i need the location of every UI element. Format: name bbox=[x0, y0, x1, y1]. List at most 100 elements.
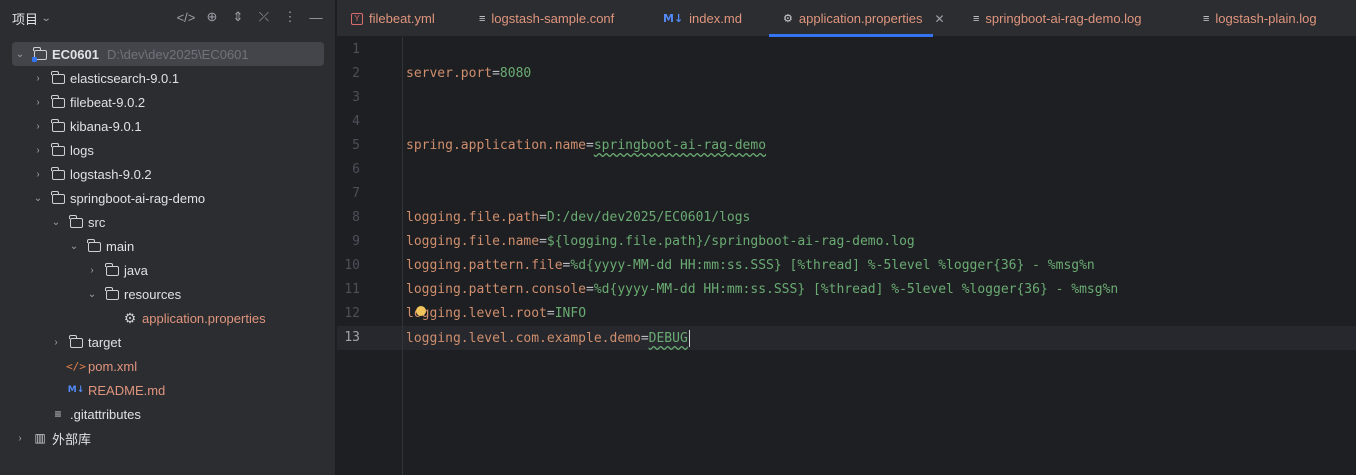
code-line: logging.level.root=INFO bbox=[406, 306, 586, 321]
text-file-icon: ≡ bbox=[479, 12, 486, 25]
tree-item-springboot[interactable]: ⌄ springboot-ai-rag-demo bbox=[0, 186, 336, 210]
tree-item-kibana[interactable]: › kibana-9.0.1 bbox=[0, 114, 336, 138]
property-value: springboot-ai-rag-demo bbox=[593, 138, 767, 153]
close-icon[interactable]: ✕ bbox=[934, 12, 944, 26]
text-caret bbox=[688, 330, 690, 347]
chevron-down-icon[interactable]: ⌄ bbox=[86, 289, 98, 300]
tab-label: logstash-sample.conf bbox=[491, 11, 615, 26]
tree-item-java[interactable]: › java bbox=[0, 258, 336, 282]
tab-filebeat[interactable]: Y filebeat.yml bbox=[351, 0, 435, 37]
chevron-right-icon[interactable]: › bbox=[32, 73, 44, 84]
code-line: logging.pattern.file=%d{yyyy-MM-dd HH:mm… bbox=[406, 258, 1095, 273]
equals-sign: = bbox=[586, 138, 594, 153]
tree-item-label: resources bbox=[124, 286, 182, 302]
tab-logstash-plain[interactable]: ≡ logstash-plain.log bbox=[1203, 0, 1317, 37]
line-number: 5 bbox=[352, 138, 360, 153]
property-key: server.port bbox=[406, 66, 493, 81]
tree-item-target[interactable]: › target bbox=[0, 330, 336, 354]
code-line: logging.pattern.console=%d{yyyy-MM-dd HH… bbox=[406, 282, 1118, 297]
tree-item-logs[interactable]: › logs bbox=[0, 138, 336, 162]
tree-item-label: java bbox=[124, 262, 148, 278]
project-header: 项目 ⌄ </> ⊕ ⇕ ⤫ ⋮ — bbox=[0, 0, 336, 36]
more-options-icon[interactable]: ⋮ bbox=[280, 7, 300, 27]
tree-item-filebeat[interactable]: › filebeat-9.0.2 bbox=[0, 90, 336, 114]
tree-item-label: target bbox=[88, 334, 122, 350]
folder-icon bbox=[50, 70, 66, 86]
chevron-right-icon[interactable]: › bbox=[32, 121, 44, 132]
equals-sign: = bbox=[586, 282, 594, 297]
library-icon: ▥ bbox=[34, 431, 46, 445]
property-value: %d{yyyy-MM-dd HH:mm:ss.SSS} [%thread] %-… bbox=[570, 258, 1095, 273]
tree-item-resources[interactable]: ⌄ resources bbox=[0, 282, 336, 306]
line-number: 10 bbox=[344, 258, 360, 273]
folder-icon bbox=[68, 214, 84, 230]
folder-icon bbox=[50, 166, 66, 182]
tab-logstash-sample[interactable]: ≡ logstash-sample.conf bbox=[479, 0, 614, 37]
tab-application-properties[interactable]: ⚙ application.properties ✕ bbox=[769, 0, 945, 37]
chevron-right-icon[interactable]: › bbox=[32, 97, 44, 108]
tree-item-elasticsearch[interactable]: › elasticsearch-9.0.1 bbox=[0, 66, 336, 90]
line-number: 3 bbox=[352, 90, 360, 105]
tree-item-label: logstash-9.0.2 bbox=[70, 166, 152, 182]
tree-item-root[interactable]: ⌄ EC0601 D:\dev\dev2025\EC0601 bbox=[12, 42, 324, 66]
expand-all-icon[interactable]: ⇕ bbox=[228, 7, 248, 27]
line-number: 11 bbox=[344, 282, 360, 297]
tree-item-label: main bbox=[106, 238, 135, 254]
hide-panel-icon[interactable]: — bbox=[306, 7, 326, 27]
tree-item-src[interactable]: ⌄ src bbox=[0, 210, 336, 234]
tree-item-main[interactable]: ⌄ main bbox=[0, 234, 336, 258]
folder-icon bbox=[50, 190, 66, 206]
chevron-down-icon[interactable]: ⌄ bbox=[50, 217, 62, 228]
tree-item-external-libraries[interactable]: › ▥ 外部库 bbox=[0, 426, 336, 450]
property-key: spring.application.name bbox=[406, 138, 587, 153]
tree-item-pom[interactable]: </> pom.xml bbox=[0, 354, 336, 378]
folder-icon bbox=[50, 94, 66, 110]
equals-sign: = bbox=[539, 210, 547, 225]
property-value: D:/dev/dev2025/EC0601/logs bbox=[546, 210, 751, 225]
lightbulb-icon[interactable] bbox=[416, 306, 426, 316]
code-editor[interactable]: 1 2 3 4 5 6 7 8 9 10 11 12 13 server.por… bbox=[337, 37, 1356, 475]
code-line: spring.application.name=springboot-ai-ra… bbox=[406, 138, 766, 153]
folder-icon bbox=[104, 262, 120, 278]
project-view-selector[interactable]: 项目 ⌄ bbox=[12, 9, 52, 28]
locate-icon[interactable]: ⊕ bbox=[202, 7, 222, 27]
tab-springboot-log[interactable]: ≡ springboot-ai-rag-demo.log bbox=[973, 0, 1142, 37]
line-number: 6 bbox=[352, 162, 360, 177]
chevron-right-icon[interactable]: › bbox=[86, 265, 98, 276]
tree-item-label: filebeat-9.0.2 bbox=[70, 94, 146, 110]
chevron-right-icon[interactable]: › bbox=[50, 337, 62, 348]
code-line: logging.level.com.example.demo=DEBUG bbox=[406, 330, 690, 347]
tree-item-label: kibana-9.0.1 bbox=[70, 118, 142, 134]
collapse-all-icon[interactable]: ⤫ bbox=[254, 7, 274, 27]
yaml-file-icon: Y bbox=[351, 12, 363, 25]
tree-item-label: application.properties bbox=[142, 310, 266, 326]
chevron-down-icon[interactable]: ⌄ bbox=[14, 49, 26, 60]
tree-item-label: README.md bbox=[88, 382, 166, 398]
tree-item-label: springboot-ai-rag-demo bbox=[70, 190, 206, 206]
line-number: 9 bbox=[352, 234, 360, 249]
tree-item-application-properties[interactable]: ⚙ application.properties bbox=[0, 306, 336, 330]
chevron-down-icon[interactable]: ⌄ bbox=[68, 241, 80, 252]
chevron-right-icon[interactable]: › bbox=[32, 145, 44, 156]
tree-item-readme[interactable]: M↓ README.md bbox=[0, 378, 336, 402]
chevron-right-icon[interactable]: › bbox=[32, 169, 44, 180]
tab-label: springboot-ai-rag-demo.log bbox=[985, 11, 1142, 26]
tab-index-md[interactable]: M↓ index.md bbox=[663, 0, 742, 37]
settings-file-icon: ⚙ bbox=[123, 309, 137, 326]
code-line: logging.file.name=${logging.file.path}/s… bbox=[406, 234, 915, 249]
code-icon[interactable]: </> bbox=[176, 7, 196, 27]
chevron-right-icon[interactable]: › bbox=[14, 433, 26, 444]
line-number: 1 bbox=[352, 42, 360, 57]
line-number: 13 bbox=[344, 330, 360, 345]
tree-item-label: logs bbox=[70, 142, 94, 158]
tree-item-logstash[interactable]: › logstash-9.0.2 bbox=[0, 162, 336, 186]
text-file-icon: ≡ bbox=[973, 12, 980, 25]
tree-item-gitattributes[interactable]: ≡ .gitattributes bbox=[0, 402, 336, 426]
folder-icon bbox=[68, 334, 84, 350]
folder-icon bbox=[50, 118, 66, 134]
line-number-gutter: 1 2 3 4 5 6 7 8 9 10 11 12 13 bbox=[337, 37, 403, 475]
project-tree: ⌄ EC0601 D:\dev\dev2025\EC0601 › elastic… bbox=[0, 42, 336, 450]
tree-item-label: .gitattributes bbox=[70, 406, 141, 422]
chevron-down-icon[interactable]: ⌄ bbox=[32, 193, 44, 204]
property-key: logging.pattern.file bbox=[406, 258, 563, 273]
